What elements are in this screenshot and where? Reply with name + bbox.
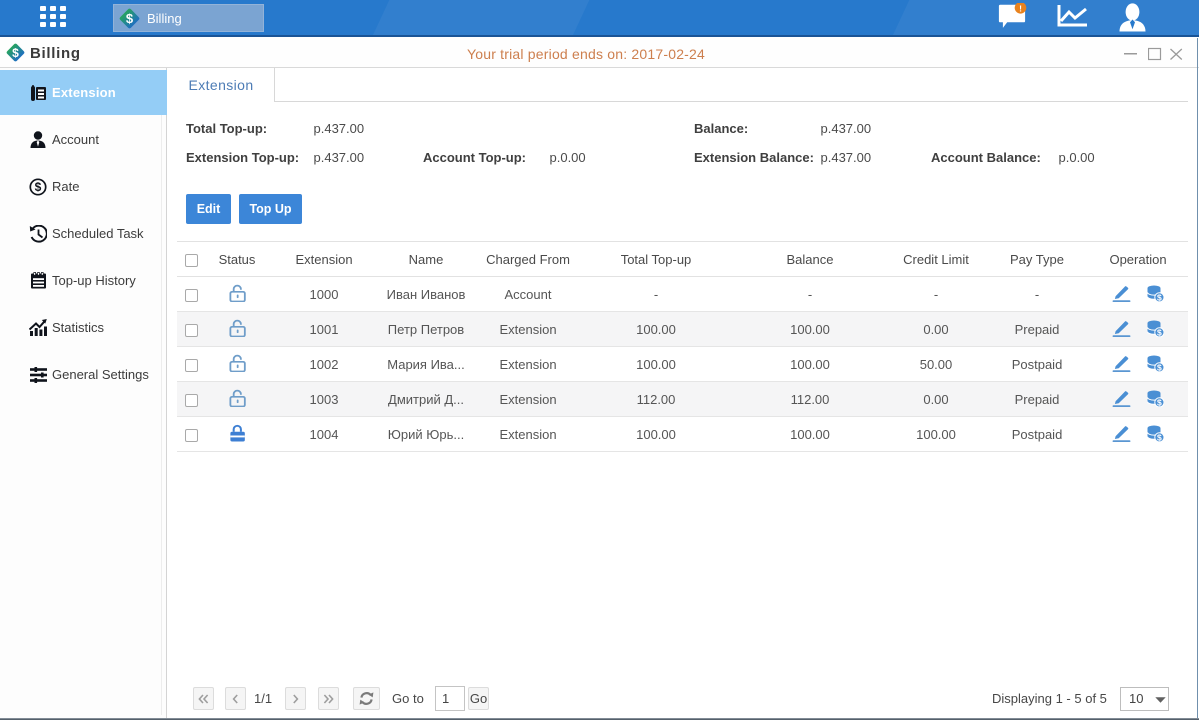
svg-text:!: ! [1019, 3, 1022, 13]
svg-text:$: $ [35, 180, 42, 194]
svg-text:$: $ [126, 11, 134, 26]
